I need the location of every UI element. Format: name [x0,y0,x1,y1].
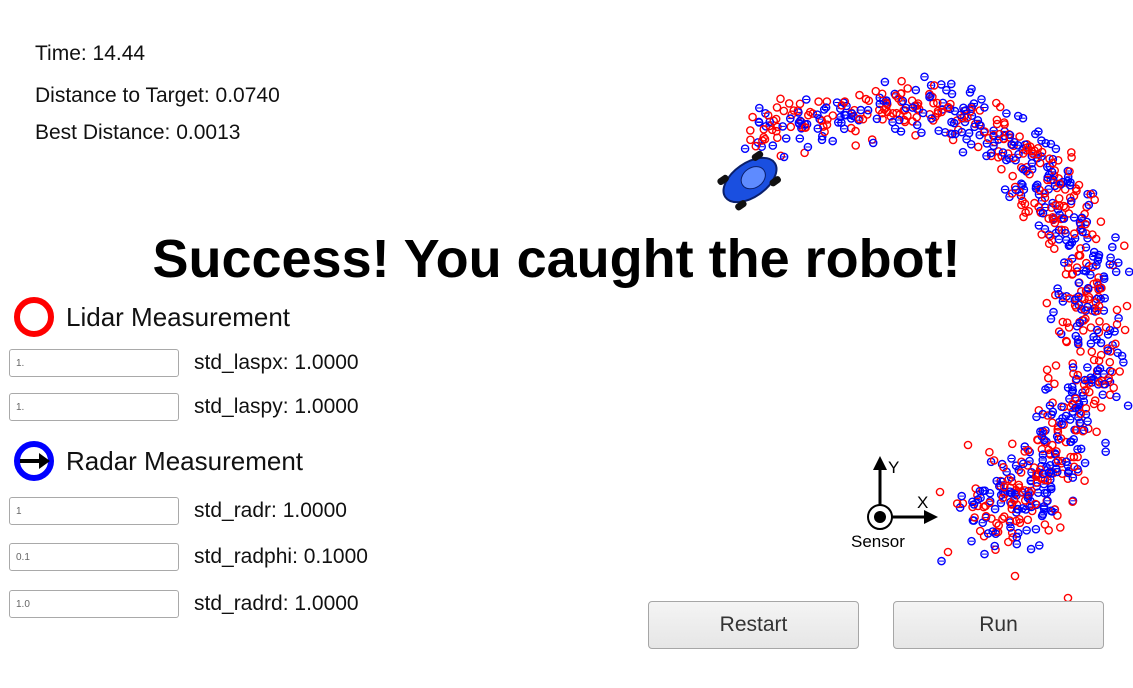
std-radrd-input[interactable] [9,590,179,618]
lidar-point [1109,383,1118,393]
lidar-point [851,141,861,150]
lidar-point [1059,201,1069,211]
lidar-legend-label: Lidar Measurement [66,301,290,332]
radar-legend-label: Radar Measurement [66,445,303,476]
red-ring-icon [14,297,54,337]
lidar-point [1120,325,1130,335]
lidar-point [1092,427,1101,437]
sensor-axes: Y X Sensor [851,456,938,551]
lidar-point [1023,515,1033,525]
lidar-point [1089,355,1099,365]
lidar-point [1120,241,1129,250]
time-readout: Time: 14.44 [35,42,146,65]
std-radphi-row: std_radphi: 0.1000 [9,540,368,574]
lidar-point [897,76,906,86]
lidar-point [1122,301,1132,311]
y-axis-arrow-icon [873,456,887,470]
lidar-point [1056,523,1065,532]
lidar-point [1042,365,1052,375]
lidar-point [1067,152,1076,162]
restart-button[interactable]: Restart [648,601,859,649]
car-icon [717,150,782,211]
lidar-point [1048,418,1057,428]
std-laspy-label: std_laspy: 1.0000 [194,395,359,418]
x-axis-arrow-icon [924,510,938,524]
lidar-point [1051,361,1061,370]
lidar-point [1096,403,1106,412]
lidar-point [748,112,757,122]
lidar-point [1105,357,1115,367]
lidar-point [1008,171,1018,181]
lidar-point [1044,526,1053,535]
radar-legend: Radar Measurement [12,439,303,483]
std-laspy-row: std_laspy: 1.0000 [9,390,359,424]
run-button[interactable]: Run [893,601,1104,649]
std-radrd-row: std_radrd: 1.0000 [9,587,359,621]
lidar-point [814,97,823,106]
distance-readout: Distance to Target: 0.0740 [35,84,280,107]
lidar-point [963,440,973,450]
std-laspx-input[interactable] [9,349,179,377]
lidar-point [1112,305,1122,315]
lidar-point [746,126,755,135]
lidar-point [1076,347,1085,356]
lidar-point [786,122,796,132]
lidar-point [985,447,994,457]
lidar-point [973,142,983,152]
std-radphi-label: std_radphi: 0.1000 [194,545,368,568]
std-radr-input[interactable] [9,497,179,525]
std-radrd-label: std_radrd: 1.0000 [194,592,359,615]
lidar-point [1082,202,1091,212]
lidar-point [784,99,794,108]
lidar-point [1017,457,1026,467]
lidar-point [1050,379,1059,389]
lidar-point [772,103,782,112]
lidar-point [1096,217,1106,226]
sensor-label: Sensor [851,532,905,551]
lidar-point [1054,194,1064,203]
lidar-point [1080,476,1089,486]
lidar-point [1115,367,1124,376]
lidar-point [746,135,755,145]
lidar-point [1095,317,1104,326]
lidar-point [999,512,1009,521]
lidar-point [776,94,785,104]
lidar-point [1015,132,1024,141]
lidar-point [1010,571,1020,581]
lidar-point [1008,439,1017,449]
best-distance-readout: Best Distance: 0.0013 [35,121,241,144]
success-banner: Success! You caught the robot! [152,229,961,289]
lidar-point [1087,347,1097,357]
lidar-point [1004,537,1013,547]
lidar-point [1079,326,1088,335]
lidar-point [1030,198,1039,208]
std-laspy-input[interactable] [9,393,179,421]
std-laspx-label: std_laspx: 1.0000 [194,351,359,374]
lidar-legend: Lidar Measurement [12,295,290,339]
lidar-point [779,106,789,116]
lidar-point [1044,373,1053,383]
lidar-point [1042,298,1052,308]
lidar-point [1019,212,1028,222]
std-radphi-input[interactable] [9,543,179,571]
std-radr-label: std_radr: 1.0000 [194,499,347,522]
lidar-point [997,164,1006,174]
y-axis-label: Y [888,458,899,477]
blue-ring-arrow-icon [14,441,54,481]
x-axis-label: X [917,493,928,512]
lidar-point [975,526,985,536]
std-laspx-row: std_laspx: 1.0000 [9,346,359,380]
lidar-point [903,84,913,93]
std-radr-row: std_radr: 1.0000 [9,494,347,528]
